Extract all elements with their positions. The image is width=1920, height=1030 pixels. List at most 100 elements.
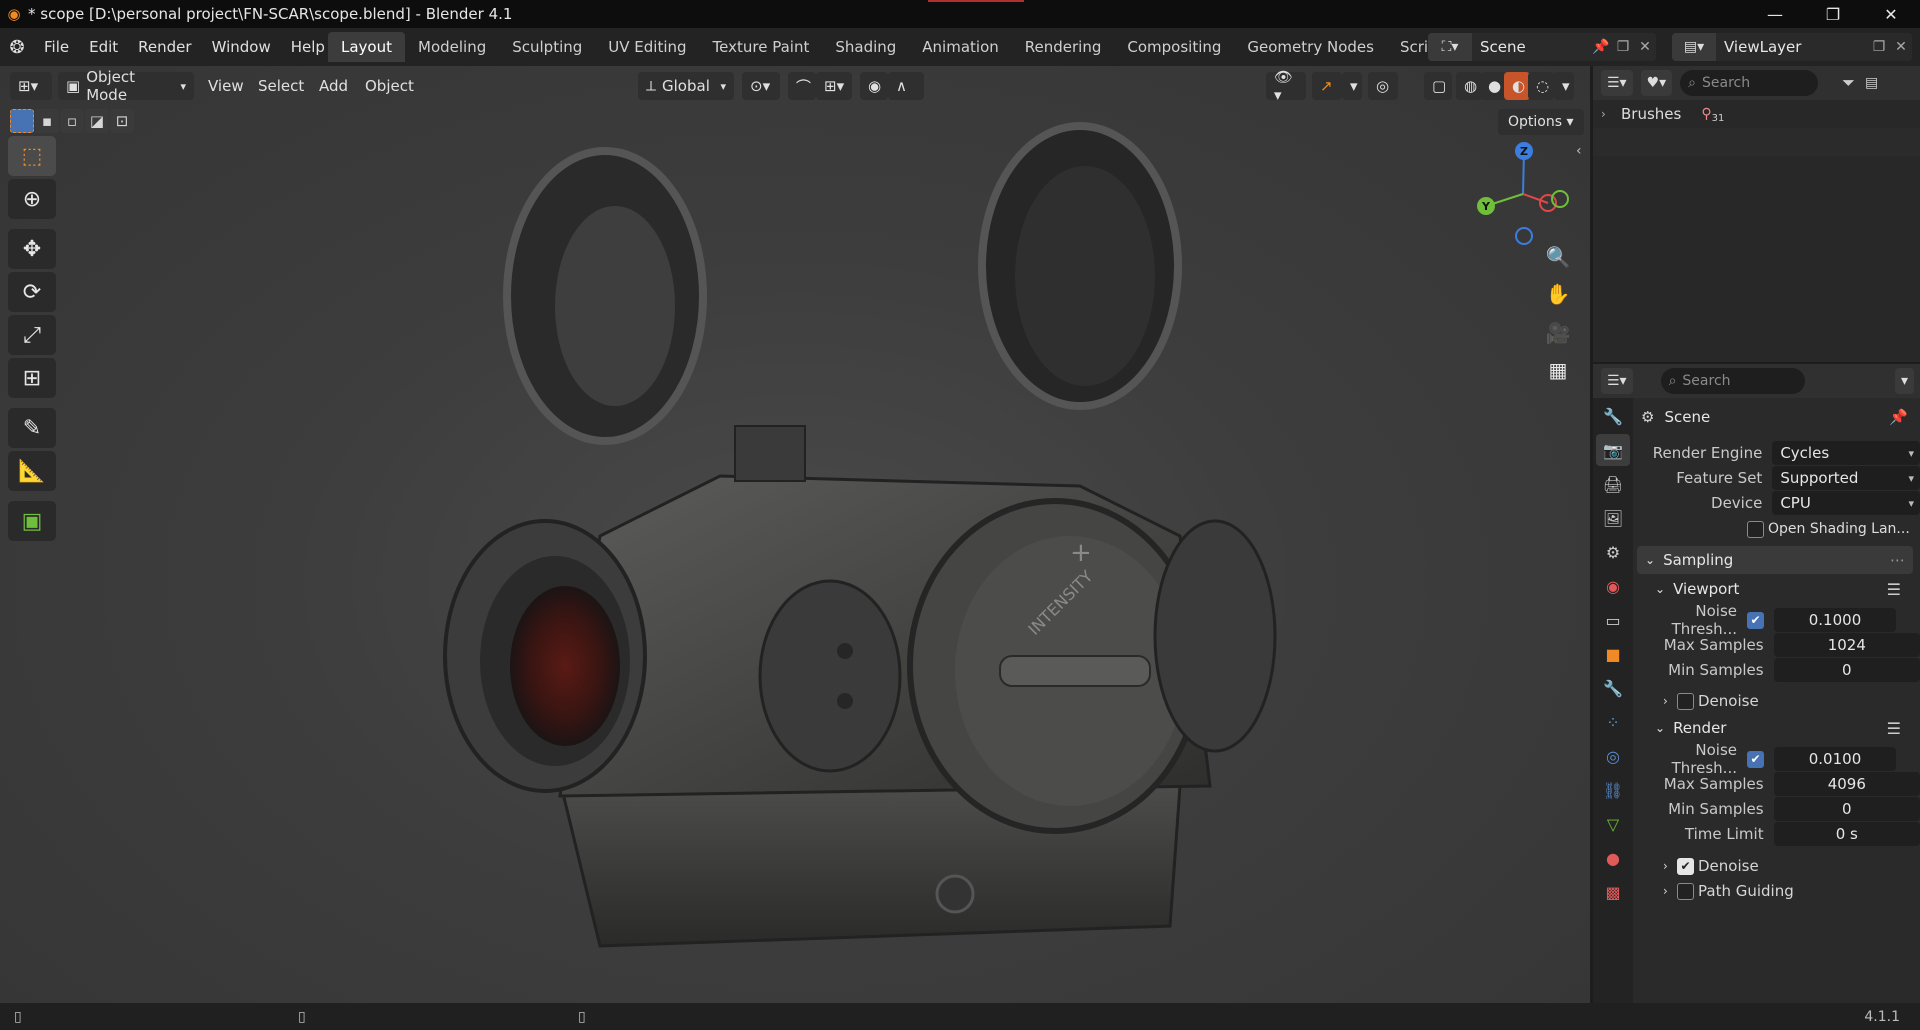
- rendered-shading-button[interactable]: ◌: [1528, 72, 1554, 100]
- world-tab-icon[interactable]: ◉: [1596, 570, 1630, 602]
- scene-icon[interactable]: ⛶▾: [1428, 33, 1472, 61]
- render-tab-icon[interactable]: 📷: [1596, 434, 1630, 466]
- modifier-tab-icon[interactable]: 🔧: [1596, 672, 1630, 704]
- path-guiding-checkbox[interactable]: [1677, 882, 1694, 900]
- xray-toggle[interactable]: ▢: [1424, 72, 1452, 100]
- scale-tool[interactable]: ⤢: [8, 315, 56, 355]
- viewport-max-samples-field[interactable]: 1024: [1773, 633, 1920, 657]
- menu-object[interactable]: Object: [365, 72, 414, 100]
- viewport-noise-threshold-checkbox[interactable]: ✔: [1747, 611, 1764, 629]
- pin-icon[interactable]: 📌: [1889, 408, 1908, 426]
- viewport-subpanel-header[interactable]: ⌄ Viewport ☰: [1635, 576, 1915, 602]
- viewport-denoise-row[interactable]: › Denoise: [1635, 688, 1920, 714]
- presets-list-icon[interactable]: ☰: [1887, 719, 1901, 738]
- pin-icon[interactable]: 📌: [1590, 39, 1612, 55]
- select-subtract-icon[interactable]: ▫: [60, 109, 84, 133]
- menu-edit[interactable]: Edit: [79, 32, 128, 62]
- outliner-editor-type-button[interactable]: ☰▾: [1601, 70, 1633, 96]
- display-mode-button[interactable]: ♥▾: [1640, 70, 1673, 96]
- view-layer-tab-icon[interactable]: 🖼: [1596, 502, 1630, 534]
- render-engine-dropdown[interactable]: Cycles ▾: [1772, 441, 1920, 465]
- add-cube-tool[interactable]: ▣: [8, 501, 56, 541]
- minimize-button[interactable]: —: [1746, 0, 1804, 28]
- tab-geometry-nodes[interactable]: Geometry Nodes: [1234, 32, 1387, 62]
- render-denoise-checkbox[interactable]: ✔: [1677, 857, 1694, 875]
- blender-menu-icon[interactable]: ❂: [0, 28, 34, 66]
- texture-tab-icon[interactable]: ▩: [1596, 876, 1630, 908]
- properties-search-input[interactable]: ⌕ Search: [1660, 368, 1805, 394]
- render-noise-threshold-checkbox[interactable]: ✔: [1747, 750, 1764, 768]
- output-tab-icon[interactable]: 🖨: [1596, 468, 1630, 500]
- annotate-tool[interactable]: ✎: [8, 408, 56, 448]
- viewport-denoise-checkbox[interactable]: [1677, 692, 1694, 710]
- osl-checkbox[interactable]: [1747, 520, 1764, 538]
- render-denoise-row[interactable]: › ✔ Denoise: [1635, 853, 1920, 879]
- view-layer-icon[interactable]: ▤▾: [1672, 33, 1716, 61]
- cursor-tool[interactable]: ⊕: [8, 179, 56, 219]
- maximize-button[interactable]: ❐: [1804, 0, 1862, 28]
- zoom-icon[interactable]: 🔍: [1541, 240, 1575, 274]
- render-min-samples-field[interactable]: 0: [1773, 797, 1920, 821]
- object-tab-icon[interactable]: ■: [1596, 638, 1630, 670]
- tab-shading[interactable]: Shading: [822, 32, 909, 62]
- outliner-item-brushes[interactable]: › Brushes ⚲ 31: [1593, 100, 1920, 128]
- presets-list-icon[interactable]: ☰: [1887, 580, 1901, 599]
- properties-options-dropdown[interactable]: ▾: [1894, 368, 1914, 394]
- gizmo-dropdown[interactable]: ▾: [1342, 72, 1362, 100]
- drag-handle-icon[interactable]: ⋯: [1890, 551, 1905, 569]
- material-shading-button[interactable]: ◐: [1504, 72, 1530, 100]
- new-scene-icon[interactable]: ❐: [1612, 39, 1634, 55]
- properties-editor-type-button[interactable]: ☰▾: [1601, 368, 1633, 394]
- snap-toggle[interactable]: ⌒: [788, 72, 816, 100]
- sampling-panel-header[interactable]: ⌄ Sampling ⋯: [1637, 546, 1913, 574]
- particles-tab-icon[interactable]: ⁘: [1596, 706, 1630, 738]
- shading-options-dropdown[interactable]: ▾: [1554, 72, 1574, 100]
- rotate-tool[interactable]: ⟳: [8, 272, 56, 312]
- physics-tab-icon[interactable]: ◎: [1596, 740, 1630, 772]
- new-view-layer-icon[interactable]: ❐: [1868, 39, 1890, 55]
- render-subpanel-header[interactable]: ⌄ Render ☰: [1635, 715, 1915, 741]
- proportional-edit-toggle[interactable]: ◉: [860, 72, 888, 100]
- tab-uv-editing[interactable]: UV Editing: [595, 32, 699, 62]
- options-dropdown[interactable]: Options ▾: [1498, 109, 1584, 135]
- render-noise-threshold-field[interactable]: 0.0100: [1774, 747, 1896, 771]
- constraints-tab-icon[interactable]: ⛓: [1596, 774, 1630, 806]
- material-tab-icon[interactable]: ●: [1596, 842, 1630, 874]
- tab-texture-paint[interactable]: Texture Paint: [700, 32, 823, 62]
- solid-shading-button[interactable]: ●: [1480, 72, 1506, 100]
- menu-view[interactable]: View: [208, 72, 244, 100]
- transform-orientation-dropdown[interactable]: ⟂ Global ▾: [638, 72, 734, 100]
- expand-arrow-icon[interactable]: ›: [1601, 107, 1617, 121]
- data-tab-icon[interactable]: ▽: [1596, 808, 1630, 840]
- menu-select[interactable]: Select: [258, 72, 304, 100]
- camera-view-icon[interactable]: 🎥: [1541, 316, 1575, 350]
- tab-layout[interactable]: Layout: [328, 32, 405, 62]
- tool-tab-icon[interactable]: 🔧: [1596, 400, 1630, 432]
- scene-name[interactable]: Scene: [1472, 38, 1590, 56]
- delete-scene-icon[interactable]: ✕: [1634, 39, 1656, 55]
- tab-animation[interactable]: Animation: [909, 32, 1011, 62]
- viewport-noise-threshold-field[interactable]: 0.1000: [1774, 608, 1896, 632]
- select-extend-icon[interactable]: ▪: [35, 109, 59, 133]
- mode-dropdown[interactable]: ▣ Object Mode ▾: [58, 68, 194, 104]
- viewport-min-samples-field[interactable]: 0: [1773, 658, 1920, 682]
- view-layer-name[interactable]: ViewLayer: [1716, 38, 1868, 56]
- navigation-gizmo[interactable]: Z Y: [1468, 136, 1578, 246]
- time-limit-field[interactable]: 0 s: [1773, 822, 1920, 846]
- tab-sculpting[interactable]: Sculpting: [499, 32, 595, 62]
- delete-view-layer-icon[interactable]: ✕: [1890, 39, 1912, 55]
- tab-rendering[interactable]: Rendering: [1012, 32, 1115, 62]
- editor-type-button[interactable]: ⊞▾: [10, 72, 52, 100]
- feature-set-dropdown[interactable]: Supported ▾: [1772, 466, 1920, 490]
- render-max-samples-field[interactable]: 4096: [1773, 772, 1920, 796]
- perspective-grid-icon[interactable]: ▦: [1541, 353, 1575, 387]
- gizmo-toggle[interactable]: ↗: [1312, 72, 1342, 100]
- new-collection-icon[interactable]: ▤: [1865, 75, 1878, 91]
- pan-hand-icon[interactable]: ✋: [1541, 277, 1575, 311]
- overlay-toggle[interactable]: ◎: [1368, 72, 1398, 100]
- menu-render[interactable]: Render: [128, 32, 201, 62]
- pivot-point-button[interactable]: ⊙▾: [742, 72, 780, 100]
- select-intersect-icon[interactable]: ⊡: [110, 109, 134, 133]
- wireframe-shading-button[interactable]: ◍: [1456, 72, 1482, 100]
- menu-help[interactable]: Help: [281, 32, 335, 62]
